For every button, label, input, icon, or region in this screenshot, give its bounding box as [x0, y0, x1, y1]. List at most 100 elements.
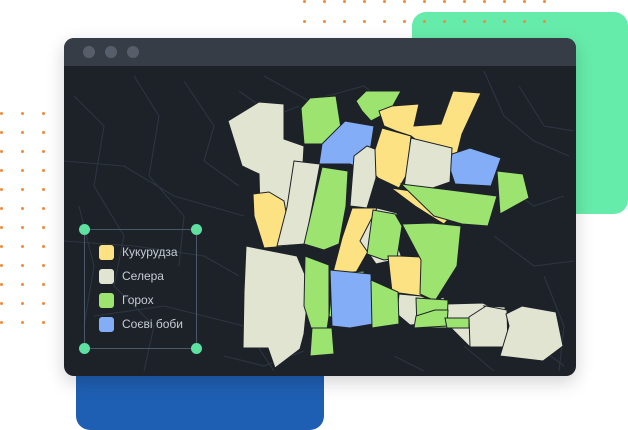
dot-icon — [503, 20, 506, 23]
dot-icon — [42, 264, 45, 267]
window-dot-icon[interactable] — [127, 46, 139, 58]
resize-handle-top-right[interactable] — [191, 224, 202, 235]
dot-icon — [42, 150, 45, 153]
road-path — [64, 160, 245, 217]
celery-swatch-icon — [99, 268, 114, 284]
dot-icon — [323, 20, 326, 23]
dot-icon — [21, 112, 24, 115]
dot-icon — [483, 0, 486, 3]
dot-icon — [42, 188, 45, 191]
legend-item-peas: Горох — [99, 292, 154, 308]
dot-icon — [21, 150, 24, 153]
dot-icon — [383, 0, 386, 3]
dot-icon — [21, 283, 24, 286]
decorative-dot-grid-left — [0, 112, 45, 324]
window-dot-icon[interactable] — [83, 46, 95, 58]
field-parcels — [227, 90, 564, 369]
soy-swatch-icon — [99, 316, 114, 332]
dot-icon — [363, 0, 366, 3]
field-parcel-peas[interactable] — [309, 327, 335, 357]
field-parcel-peas[interactable] — [496, 170, 530, 215]
dot-icon — [21, 169, 24, 172]
legend-label: Соєві боби — [122, 317, 183, 331]
road-path — [463, 345, 495, 372]
window-titlebar — [64, 38, 576, 66]
road-path — [393, 355, 425, 372]
dot-icon — [21, 188, 24, 191]
dot-icon — [483, 20, 486, 23]
window-dot-icon[interactable] — [105, 46, 117, 58]
resize-handle-top-left[interactable] — [79, 224, 90, 235]
dot-icon — [543, 20, 546, 23]
field-parcel-soy[interactable] — [329, 269, 374, 329]
field-parcel-peas[interactable] — [366, 209, 403, 261]
dot-icon — [42, 112, 45, 115]
legend-selection-box[interactable]: Кукурудза Селера Горох Соєві боби — [79, 224, 202, 354]
dot-icon — [0, 245, 3, 248]
dot-icon — [303, 20, 306, 23]
field-parcel-celery[interactable] — [242, 245, 310, 369]
dot-icon — [463, 0, 466, 3]
dot-icon — [443, 0, 446, 3]
field-parcel-peas[interactable] — [444, 317, 470, 329]
dot-icon — [21, 207, 24, 210]
dot-icon — [21, 264, 24, 267]
road-path — [493, 235, 575, 267]
dot-icon — [0, 169, 3, 172]
dot-icon — [21, 321, 24, 324]
dot-icon — [42, 245, 45, 248]
dot-icon — [503, 0, 506, 3]
dot-icon — [21, 226, 24, 229]
legend-label: Горох — [122, 293, 154, 307]
field-parcel-peas[interactable] — [303, 255, 330, 331]
dot-icon — [42, 283, 45, 286]
dot-icon — [42, 321, 45, 324]
dot-icon — [383, 20, 386, 23]
dot-icon — [463, 20, 466, 23]
dot-icon — [0, 188, 3, 191]
legend-item-soy: Соєві боби — [99, 316, 183, 332]
dot-icon — [42, 226, 45, 229]
field-parcel-celery[interactable] — [499, 305, 564, 362]
dot-icon — [423, 0, 426, 3]
dot-icon — [0, 207, 3, 210]
dot-icon — [523, 0, 526, 3]
road-path — [483, 70, 570, 157]
dot-icon — [0, 131, 3, 134]
dot-icon — [323, 0, 326, 3]
dot-icon — [443, 20, 446, 23]
peas-swatch-icon — [99, 292, 114, 308]
dot-icon — [543, 0, 546, 3]
dot-icon — [21, 131, 24, 134]
dot-icon — [523, 20, 526, 23]
dot-icon — [343, 0, 346, 3]
legend-item-celery: Селера — [99, 268, 164, 284]
road-path — [183, 80, 240, 187]
resize-handle-bottom-left[interactable] — [79, 343, 90, 354]
legend-label: Селера — [122, 269, 164, 283]
corn-swatch-icon — [99, 244, 114, 260]
dot-icon — [0, 302, 3, 305]
field-parcel-celery[interactable] — [403, 137, 453, 191]
dot-icon — [0, 264, 3, 267]
dot-icon — [343, 20, 346, 23]
decorative-dot-grid-top — [303, 0, 546, 23]
legend-item-corn: Кукурудза — [99, 244, 178, 260]
road-path — [518, 85, 575, 132]
resize-handle-bottom-right[interactable] — [191, 343, 202, 354]
field-parcel-soy[interactable] — [448, 147, 502, 187]
dot-icon — [0, 321, 3, 324]
map-window: Кукурудза Селера Горох Соєві боби — [64, 38, 576, 376]
dot-icon — [423, 20, 426, 23]
dot-icon — [21, 245, 24, 248]
dot-icon — [42, 302, 45, 305]
dot-icon — [21, 302, 24, 305]
dot-icon — [403, 0, 406, 3]
dot-icon — [42, 207, 45, 210]
legend-label: Кукурудза — [122, 245, 178, 259]
dot-icon — [363, 20, 366, 23]
dot-icon — [0, 112, 3, 115]
dot-icon — [403, 20, 406, 23]
dot-icon — [42, 169, 45, 172]
dot-icon — [42, 131, 45, 134]
